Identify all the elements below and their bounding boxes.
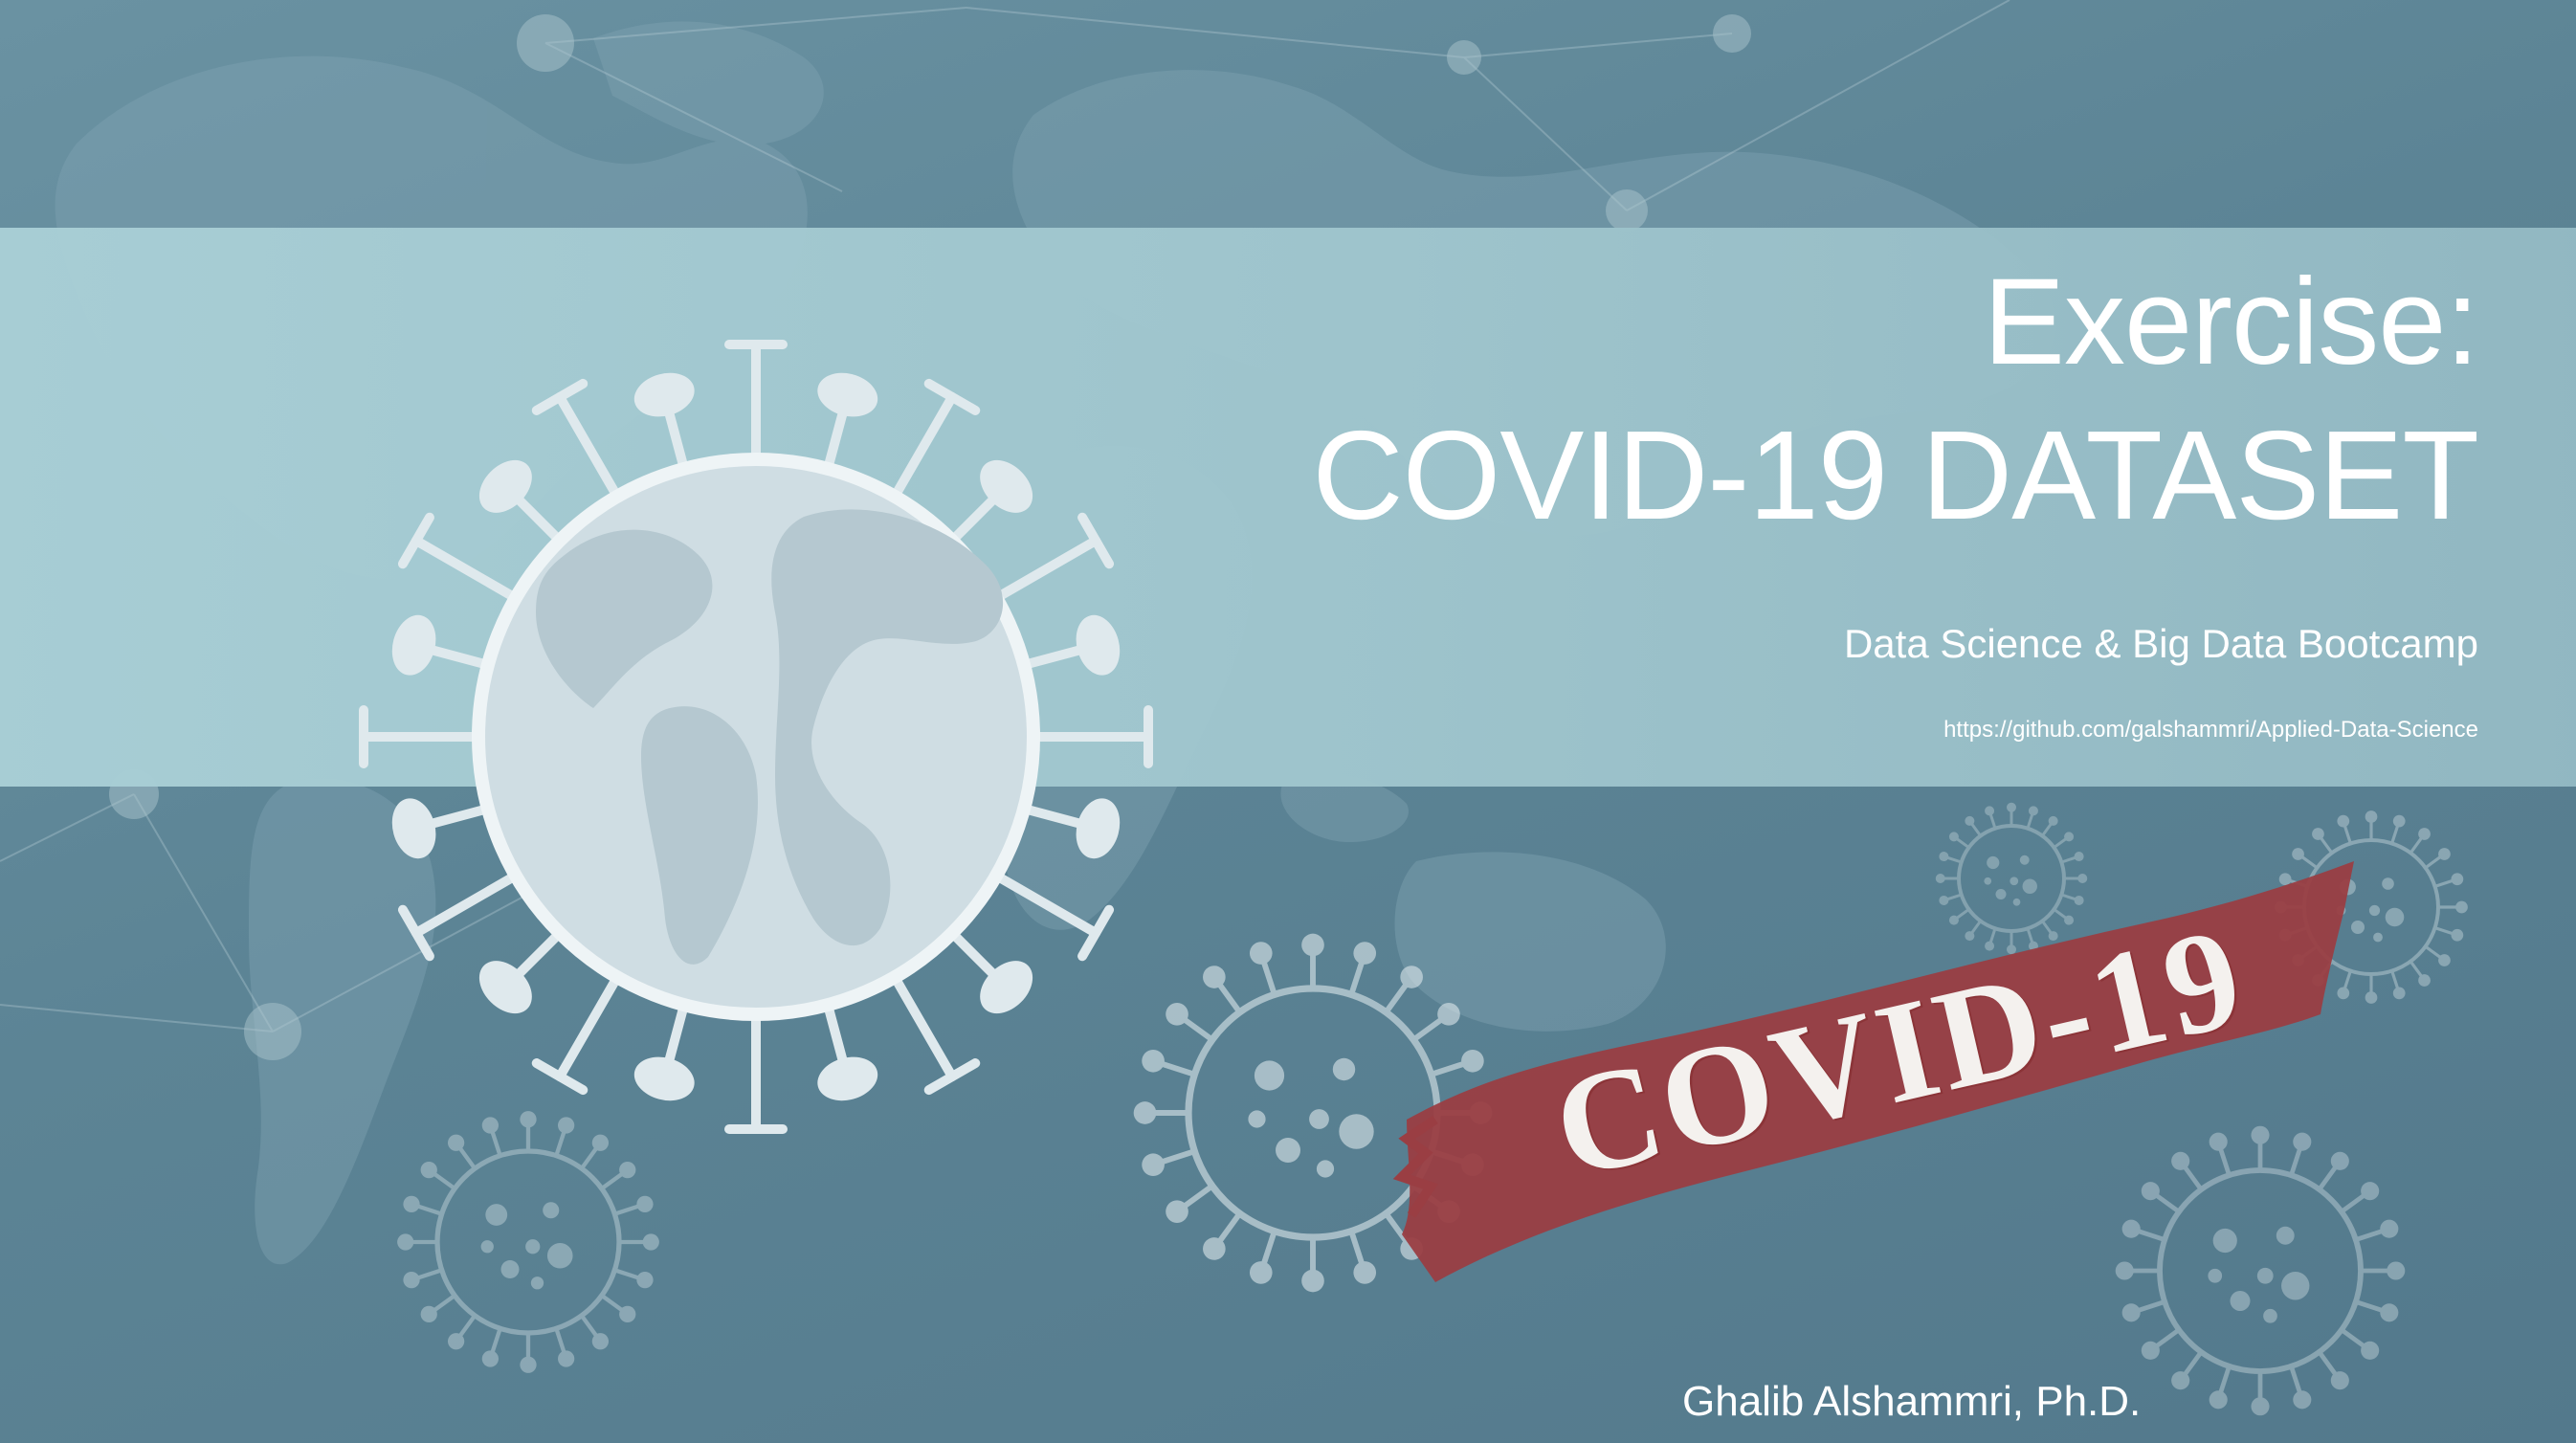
spike-head: [391, 798, 436, 859]
title-line-2: COVID-19 DATASET: [1312, 405, 2479, 545]
spike-head: [391, 614, 436, 676]
spike-head: [817, 372, 878, 417]
spike-stem: [991, 871, 1101, 938]
spike-head: [817, 1056, 878, 1101]
subtitle: Data Science & Big Data Bootcamp: [1843, 621, 2478, 666]
spike-head: [1076, 614, 1121, 676]
slide: COVID-19 Exercise: COVID-19 DATASET Data…: [0, 0, 2576, 1443]
repo-url[interactable]: https://github.com/galshammri/Applied-Da…: [1943, 716, 2478, 744]
title-line-1: Exercise:: [1983, 254, 2479, 390]
author-name: Ghalib Alshammri, Ph.D.: [1682, 1378, 2142, 1425]
spike-head: [633, 372, 695, 417]
spike-stem: [890, 391, 957, 501]
spike-head: [1076, 798, 1121, 859]
spike-head: [633, 1056, 695, 1101]
spike-stem: [411, 871, 521, 938]
spike-stem: [555, 391, 622, 501]
spike-stem: [890, 972, 957, 1082]
covid-stamp: COVID-19: [1378, 832, 2373, 1292]
title-block: Exercise: COVID-19 DATASET: [947, 251, 2479, 557]
spike-stem: [555, 972, 622, 1082]
spike-stem: [411, 536, 521, 603]
